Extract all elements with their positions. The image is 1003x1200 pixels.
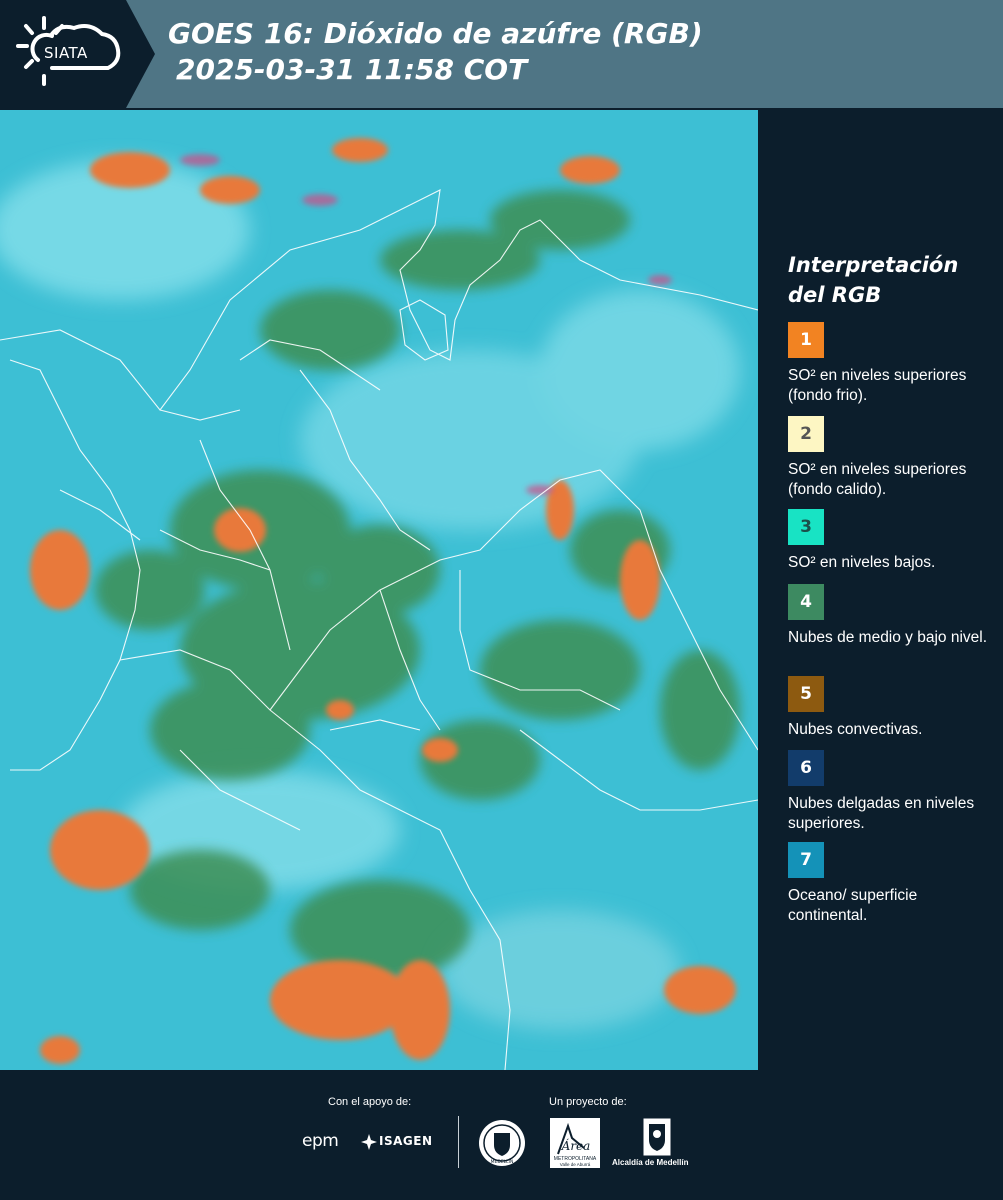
legend-swatch-1: 1 bbox=[788, 322, 824, 358]
legend-title-line-2: del RGB bbox=[788, 283, 882, 307]
legend-number-5: 5 bbox=[800, 684, 812, 704]
legend-desc-2: SO² en niveles superiores (fondo calido)… bbox=[788, 461, 967, 498]
logo-text: SIATA bbox=[44, 44, 88, 62]
legend-swatch-2: 2 bbox=[788, 416, 824, 452]
area-sub2: Valle de Aburrá bbox=[560, 1162, 591, 1167]
legend-title: Interpretación del RGB bbox=[788, 250, 958, 310]
project-label: Un proyecto de: bbox=[549, 1096, 627, 1108]
legend-desc-5: Nubes convectivas. bbox=[788, 721, 923, 738]
legend-number-7: 7 bbox=[800, 850, 812, 870]
footer: Con el apoyo de: Un proyecto de: epm ISA… bbox=[0, 1070, 1003, 1200]
area-word: Área bbox=[561, 1138, 591, 1153]
title-line-1: GOES 16: Dióxido de azúfre (RGB) bbox=[168, 17, 703, 50]
seal-text: MEDELLÍN bbox=[491, 1158, 514, 1165]
legend-desc-7: Oceano/ superficie continental. bbox=[788, 887, 918, 924]
alcaldia-shield-icon[interactable] bbox=[643, 1118, 671, 1156]
legend-number-1: 1 bbox=[800, 330, 812, 350]
area-metropolitana-logo-icon[interactable]: Área METROPOLITANA Valle de Aburrá bbox=[550, 1118, 600, 1170]
page-title: GOES 16: Dióxido de azúfre (RGB) 2025-03… bbox=[168, 16, 703, 88]
medellin-seal-icon[interactable]: MEDELLÍN bbox=[477, 1118, 527, 1168]
legend-swatch-3: 3 bbox=[788, 509, 824, 545]
legend-item-5: 5 Nubes convectivas. bbox=[788, 676, 988, 740]
legend-desc-1: SO² en niveles superiores (fondo frio). bbox=[788, 367, 967, 404]
title-line-2: 2025-03-31 11:58 COT bbox=[176, 53, 528, 86]
isagen-logo-icon bbox=[361, 1134, 377, 1150]
header-bar: SIATA GOES 16: Dióxido de azúfre (RGB) 2… bbox=[0, 0, 1003, 108]
legend-item-4: 4 Nubes de medio y bajo nivel. bbox=[788, 584, 988, 648]
legend-swatch-6: 6 bbox=[788, 750, 824, 786]
legend-desc-3: SO² en niveles bajos. bbox=[788, 554, 936, 571]
legend-item-3: 3 SO² en niveles bajos. bbox=[788, 509, 988, 573]
legend-title-line-1: Interpretación bbox=[788, 253, 959, 277]
legend-item-7: 7 Oceano/ superficie continental. bbox=[788, 842, 988, 926]
support-label: Con el apoyo de: bbox=[328, 1096, 412, 1108]
legend-swatch-5: 5 bbox=[788, 676, 824, 712]
legend-item-1: 1 SO² en niveles superiores (fondo frio)… bbox=[788, 322, 988, 406]
legend-swatch-4: 4 bbox=[788, 584, 824, 620]
siata-logo[interactable]: SIATA bbox=[0, 0, 155, 108]
legend-number-6: 6 bbox=[800, 758, 812, 778]
epm-logo-icon[interactable]: epm bbox=[302, 1131, 339, 1151]
alcaldia-label: Alcaldía de Medellín bbox=[612, 1158, 689, 1167]
rgb-composite-image bbox=[0, 110, 758, 1070]
legend-panel: Interpretación del RGB 1 SO² en niveles … bbox=[762, 110, 1003, 1070]
epm-text: epm bbox=[302, 1131, 339, 1151]
legend-desc-6: Nubes delgadas en niveles superiores. bbox=[788, 795, 975, 832]
footer-divider bbox=[458, 1116, 459, 1168]
legend-desc-4: Nubes de medio y bajo nivel. bbox=[788, 629, 988, 646]
isagen-logo[interactable]: ISAGEN bbox=[379, 1134, 432, 1148]
legend-number-4: 4 bbox=[800, 592, 812, 612]
legend-item-6: 6 Nubes delgadas en niveles superiores. bbox=[788, 750, 988, 834]
legend-swatch-7: 7 bbox=[788, 842, 824, 878]
legend-item-2: 2 SO² en niveles superiores (fondo calid… bbox=[788, 416, 988, 512]
legend-number-2: 2 bbox=[800, 424, 812, 444]
legend-number-3: 3 bbox=[800, 517, 812, 537]
satellite-map[interactable] bbox=[0, 110, 758, 1070]
